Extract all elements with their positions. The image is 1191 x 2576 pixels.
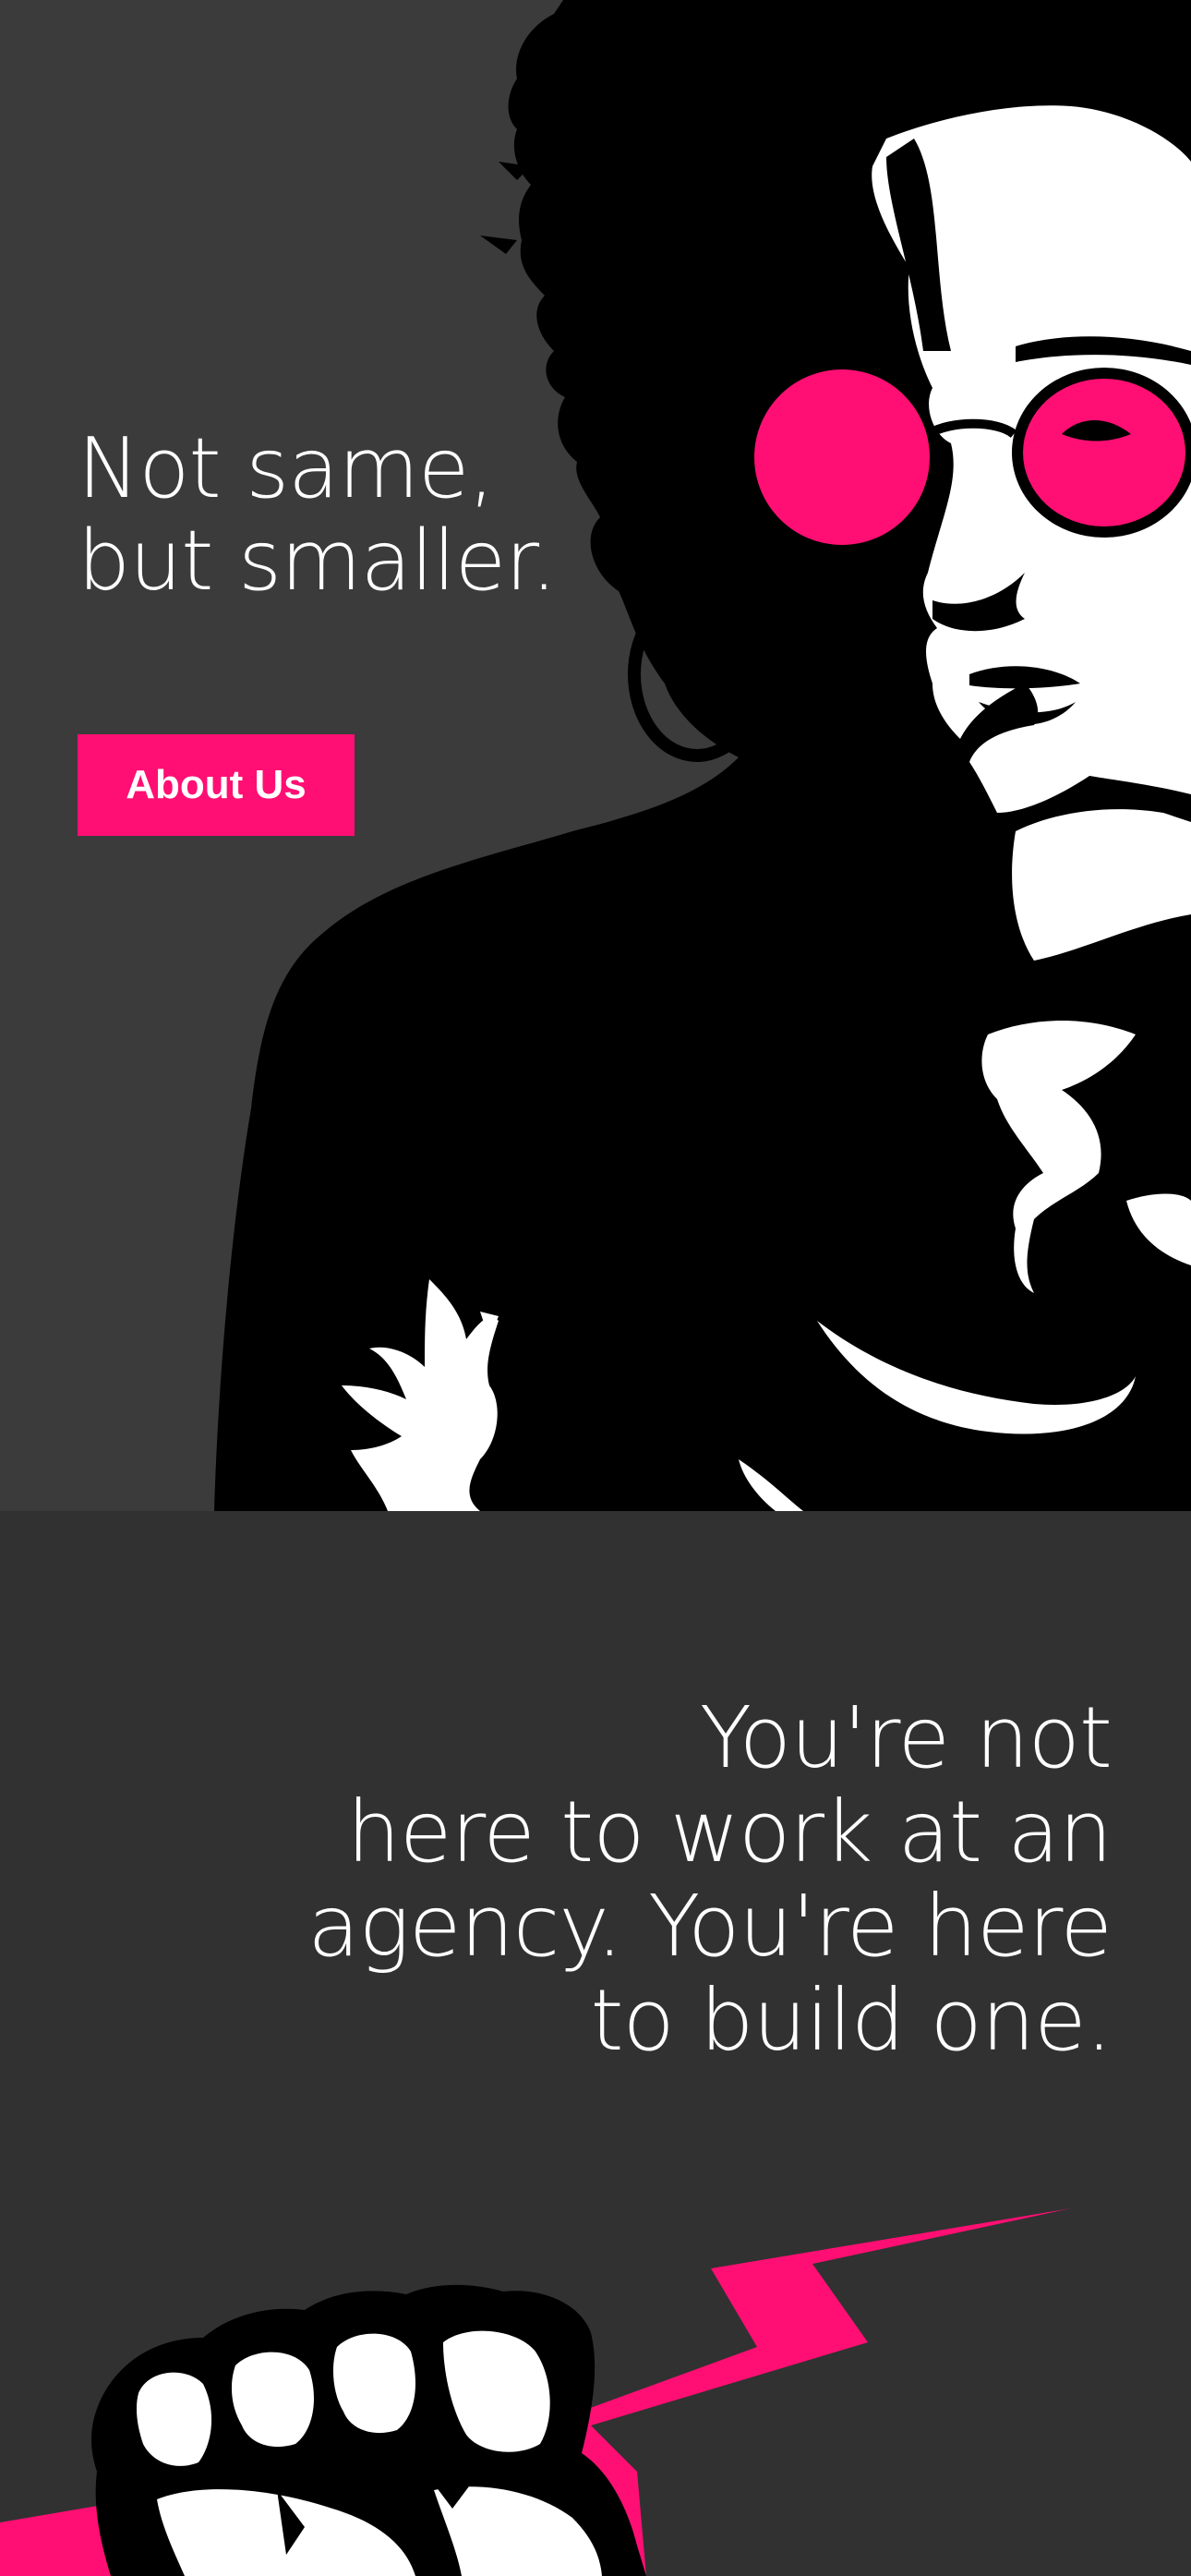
hero-section: Not same, but smaller. About Us	[0, 0, 1191, 1511]
hero-title: Not same, but smaller.	[78, 420, 558, 610]
fist-lightning-icon	[0, 2208, 1071, 2576]
agency-section: You're not here to work at an agency. Yo…	[0, 1511, 1191, 2576]
hero-title-line-2: but smaller.	[78, 513, 558, 610]
about-us-button[interactable]: About Us	[78, 734, 355, 836]
hero-title-line-1: Not same,	[78, 420, 495, 517]
